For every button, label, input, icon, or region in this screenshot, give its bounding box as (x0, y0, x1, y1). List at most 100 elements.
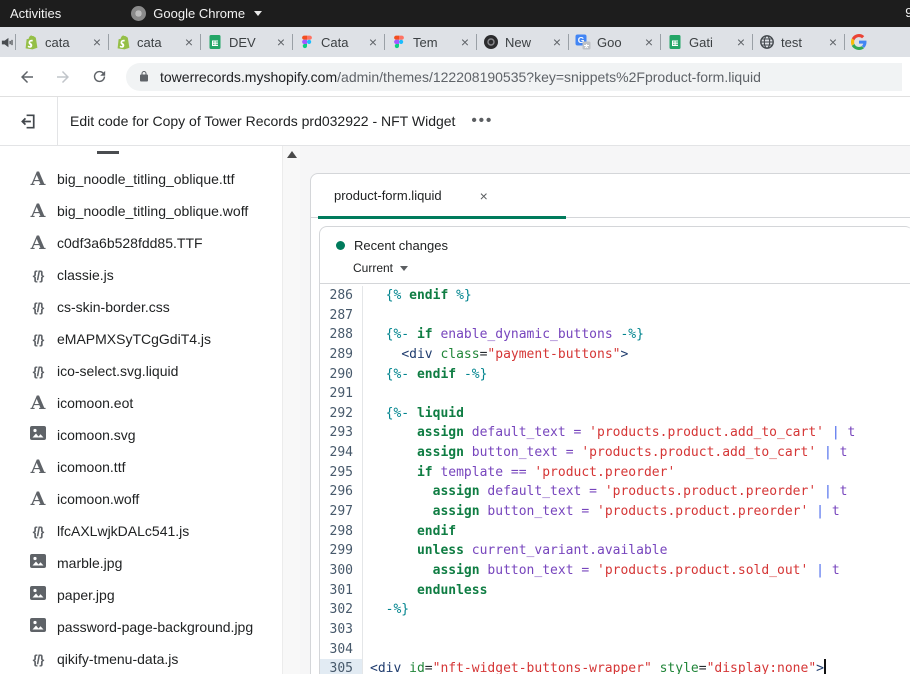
code-line[interactable]: 293 assign default_text = 'products.prod… (320, 423, 910, 443)
line-content[interactable]: assign default_text = 'products.product.… (362, 482, 910, 502)
file-item[interactable]: {/}cs-skin-border.css (0, 291, 282, 323)
code-line[interactable]: 296 assign default_text = 'products.prod… (320, 482, 910, 502)
lock-icon[interactable] (138, 70, 150, 83)
reload-button[interactable] (84, 62, 114, 92)
file-item[interactable]: Abig_noodle_titling_oblique.woff (0, 195, 282, 227)
code-line[interactable]: 286 {% endif %} (320, 286, 910, 306)
line-content[interactable]: {%- endif -%} (362, 365, 910, 385)
code-line[interactable]: 298 endif (320, 522, 910, 542)
file-item[interactable]: Aicomoon.woff (0, 483, 282, 515)
code-line[interactable]: 288 {%- if enable_dynamic_buttons -%} (320, 325, 910, 345)
file-item[interactable]: {/}ico-select.svg.liquid (0, 355, 282, 387)
tab-close-icon[interactable]: × (553, 35, 561, 49)
line-content[interactable]: {%- liquid (362, 404, 910, 424)
line-content[interactable]: assign button_text = 'products.product.p… (362, 502, 910, 522)
file-name: icomoon.ttf (57, 459, 125, 475)
tab-close-icon[interactable]: × (645, 35, 653, 49)
more-options-button[interactable]: ••• (471, 117, 493, 125)
file-item[interactable]: Abig_noodle_titling_oblique.ttf (0, 163, 282, 195)
file-item[interactable]: Aicomoon.ttf (0, 451, 282, 483)
sidebar-scrollbar[interactable] (282, 146, 300, 674)
tab-close-icon[interactable]: × (93, 35, 101, 49)
file-item[interactable]: {/}classie.js (0, 259, 282, 291)
tab-close-icon[interactable]: × (829, 35, 837, 49)
line-content[interactable]: assign button_text = 'products.product.a… (362, 443, 910, 463)
code-line[interactable]: 304 (320, 640, 910, 660)
tab-close-icon[interactable]: × (277, 35, 285, 49)
file-item[interactable]: icomoon.svg (0, 419, 282, 451)
file-item[interactable]: {/}eMAPMXSyTCgGdiT4.js (0, 323, 282, 355)
browser-tab[interactable]: Gati× (660, 27, 752, 57)
code-line[interactable]: 287 (320, 306, 910, 326)
browser-tab[interactable]: GGoo× (568, 27, 660, 57)
address-bar[interactable]: towerrecords.myshopify.com/admin/themes/… (126, 63, 902, 91)
browser-tab[interactable]: test× (752, 27, 844, 57)
line-content[interactable]: endif (362, 522, 910, 542)
file-item[interactable]: marble.jpg (0, 547, 282, 579)
active-tab-underline (318, 216, 566, 219)
browser-tab[interactable]: Cata× (292, 27, 384, 57)
code-line[interactable]: 292 {%- liquid (320, 404, 910, 424)
editor-file-tab[interactable]: product-form.liquid × (334, 188, 488, 204)
desktop-clock[interactable]: 9 A (905, 5, 910, 20)
file-item[interactable]: Ac0df3a6b528fdd85.TTF (0, 227, 282, 259)
exit-code-editor-button[interactable] (0, 97, 58, 145)
line-content[interactable]: {%- if enable_dynamic_buttons -%} (362, 325, 910, 345)
code-line[interactable]: 290 {%- endif -%} (320, 365, 910, 385)
line-content[interactable]: assign default_text = 'products.product.… (362, 423, 910, 443)
code-line[interactable]: 289 <div class="payment-buttons"> (320, 345, 910, 365)
line-content[interactable]: {% endif %} (362, 286, 910, 306)
line-content[interactable]: unless current_variant.available (362, 541, 910, 561)
file-item[interactable]: {/}lfcAXLwjkDALc541.js (0, 515, 282, 547)
tab-audio-indicator[interactable] (0, 34, 16, 50)
code-line[interactable]: 301 endunless (320, 581, 910, 601)
browser-tab[interactable]: cata× (108, 27, 200, 57)
version-dropdown[interactable]: Current (353, 261, 897, 275)
browser-tab[interactable]: DEV× (200, 27, 292, 57)
line-number: 303 (320, 620, 362, 640)
line-content[interactable]: assign button_text = 'products.product.s… (362, 561, 910, 581)
browser-tab[interactable]: New× (476, 27, 568, 57)
code-line[interactable]: 295 if template == 'product.preorder' (320, 463, 910, 483)
code-line[interactable]: 302 -%} (320, 600, 910, 620)
recent-changes-header: Recent changes Current (320, 227, 910, 284)
code-line[interactable]: 291 (320, 384, 910, 404)
editor-tab-close-icon[interactable]: × (480, 188, 488, 204)
code-line[interactable]: 303 (320, 620, 910, 640)
tab-close-icon[interactable]: × (369, 35, 377, 49)
scroll-up-arrow-icon[interactable] (287, 151, 297, 158)
code-line[interactable]: 297 assign button_text = 'products.produ… (320, 502, 910, 522)
line-content[interactable]: <div class="payment-buttons"> (362, 345, 910, 365)
line-content[interactable]: <div id="nft-widget-buttons-wrapper" sty… (362, 659, 910, 674)
back-button[interactable] (12, 62, 42, 92)
code-line[interactable]: 305<div id="nft-widget-buttons-wrapper" … (320, 659, 910, 674)
activities-button[interactable]: Activities (10, 6, 61, 21)
line-content[interactable]: endunless (362, 581, 910, 601)
file-item[interactable]: {/}qikify-tmenu-data.js (0, 643, 282, 674)
line-content[interactable] (362, 640, 910, 660)
tab-close-icon[interactable]: × (185, 35, 193, 49)
forward-button[interactable] (48, 62, 78, 92)
shopify-favicon-icon (115, 34, 131, 50)
file-item[interactable]: Aicomoon.eot (0, 387, 282, 419)
file-name: icomoon.svg (57, 427, 136, 443)
url-path: /admin/themes/122208190535?key=snippets%… (337, 69, 761, 85)
code-line[interactable]: 294 assign button_text = 'products.produ… (320, 443, 910, 463)
code-editor[interactable]: 286 {% endif %}287288 {%- if enable_dyna… (320, 284, 910, 674)
tab-close-icon[interactable]: × (461, 35, 469, 49)
code-line[interactable]: 299 unless current_variant.available (320, 541, 910, 561)
file-item[interactable]: paper.jpg (0, 579, 282, 611)
tab-close-icon[interactable]: × (737, 35, 745, 49)
file-item-clipped[interactable] (0, 146, 282, 163)
code-line[interactable]: 300 assign button_text = 'products.produ… (320, 561, 910, 581)
line-content[interactable] (362, 620, 910, 640)
browser-tab[interactable] (844, 27, 910, 57)
browser-tab[interactable]: Tem× (384, 27, 476, 57)
file-item[interactable]: password-page-background.jpg (0, 611, 282, 643)
app-menu-button[interactable]: Google Chrome (131, 6, 262, 21)
line-content[interactable] (362, 384, 910, 404)
line-content[interactable] (362, 306, 910, 326)
line-content[interactable]: -%} (362, 600, 910, 620)
line-content[interactable]: if template == 'product.preorder' (362, 463, 910, 483)
browser-tab[interactable]: cata× (16, 27, 108, 57)
